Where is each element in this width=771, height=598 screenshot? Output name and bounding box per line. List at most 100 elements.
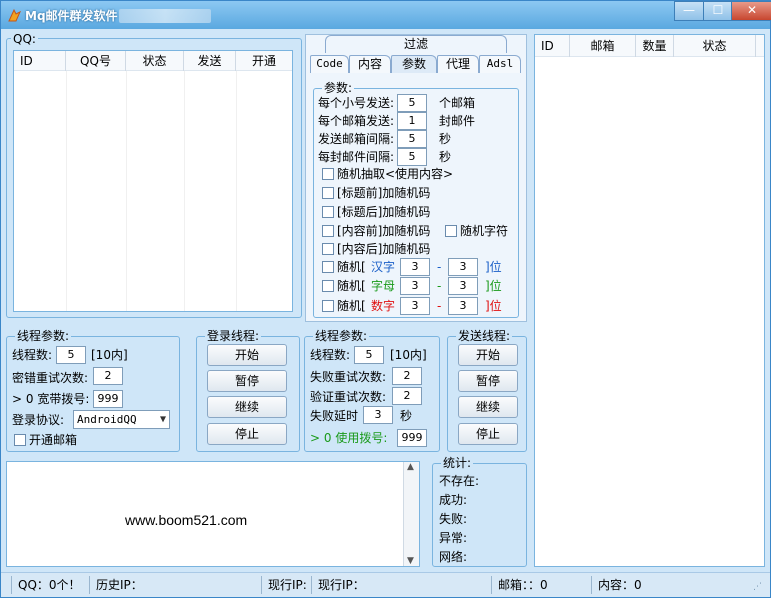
qq-list[interactable]: ID QQ号 状态 发送 开通	[13, 50, 293, 312]
mail-list[interactable]: ID 邮箱 数量 状态	[534, 34, 765, 567]
random-char-checkbox[interactable]	[445, 225, 457, 237]
main-window: Mq邮件群发软件 — ☐ ✕ QQ: ID QQ号 状态 发送 开通 过滤 Co…	[0, 0, 771, 598]
status-history-ip: 历史IP：	[96, 578, 143, 592]
verify-retry-input[interactable]: 2	[392, 387, 422, 405]
random-1-checkbox[interactable]	[322, 280, 334, 292]
tab-params[interactable]: 参数	[391, 55, 437, 73]
title-after-checkbox[interactable]	[322, 206, 334, 218]
random-1-to-input[interactable]: 3	[448, 277, 478, 295]
open-mail-label: 开通邮箱	[29, 433, 78, 447]
qq-col-send[interactable]: 发送	[184, 51, 236, 71]
login-protocol-select[interactable]: AndroidQQ ▼	[73, 410, 170, 429]
content-after-checkbox[interactable]	[322, 243, 334, 255]
tab-filter[interactable]: 过滤	[325, 35, 507, 53]
random-0-checkbox[interactable]	[322, 261, 334, 273]
random-0-from-input[interactable]: 3	[400, 258, 430, 276]
login-thread-title: 登录线程:	[205, 328, 262, 344]
log-scrollbar[interactable]: ▲ ▼	[403, 462, 419, 566]
mail-interval-input[interactable]: 5	[397, 148, 427, 166]
qq-list-header: ID QQ号 状态 发送 开通	[14, 51, 292, 71]
per-account-unit: 个邮箱	[439, 96, 476, 110]
password-retry-input[interactable]: 2	[93, 367, 123, 385]
qq-col-qq[interactable]: QQ号	[66, 51, 126, 71]
minimize-button[interactable]: —	[674, 1, 704, 21]
random-0-dash: -	[437, 260, 442, 274]
scroll-up-icon[interactable]: ▲	[407, 462, 414, 472]
resize-grip-icon[interactable]: ⋰	[753, 582, 762, 592]
content-after-label: [内容后]加随机码	[337, 242, 431, 256]
fail-retry-input[interactable]: 2	[392, 367, 422, 385]
app-logo-icon	[8, 8, 22, 22]
random-0-to-input[interactable]: 3	[448, 258, 478, 276]
fail-retry-label: 失败重试次数:	[310, 370, 387, 384]
use-dial-input[interactable]: 999	[397, 429, 427, 447]
login-pause-button[interactable]: 暂停	[207, 370, 287, 392]
send-threads-input[interactable]: 5	[354, 346, 384, 364]
login-stop-button[interactable]: 停止	[207, 423, 287, 445]
content-before-checkbox[interactable]	[322, 225, 334, 237]
stats-error: 异常:	[439, 531, 468, 545]
random-2-from-input[interactable]: 3	[400, 297, 430, 315]
status-separator	[311, 576, 312, 594]
login-resume-button[interactable]: 继续	[207, 396, 287, 418]
send-resume-button[interactable]: 继续	[458, 396, 518, 418]
random-extract-label: 随机抽取<使用内容>	[337, 167, 454, 181]
maximize-button[interactable]: ☐	[703, 1, 733, 21]
random-2-kind: 数字	[371, 299, 396, 313]
stats-network: 网络:	[439, 550, 468, 564]
per-account-label: 每个小号发送:	[318, 96, 395, 110]
mail-col-status[interactable]: 状态	[674, 35, 756, 57]
fail-delay-unit: 秒	[400, 409, 413, 423]
tab-code[interactable]: Code	[310, 55, 349, 73]
login-threads-input[interactable]: 5	[56, 346, 86, 364]
random-2-checkbox[interactable]	[322, 300, 334, 312]
random-2-prefix: 随机[	[337, 299, 366, 313]
grid-line	[126, 71, 127, 311]
qq-col-id[interactable]: ID	[14, 51, 66, 71]
mail-col-id[interactable]: ID	[535, 35, 570, 57]
log-text: www.boom521.com	[125, 512, 248, 528]
stats-success: 成功:	[439, 493, 468, 507]
send-stop-button[interactable]: 停止	[458, 423, 518, 445]
title-before-checkbox[interactable]	[322, 187, 334, 199]
close-button[interactable]: ✕	[731, 1, 771, 21]
send-pause-button[interactable]: 暂停	[458, 370, 518, 392]
per-account-input[interactable]: 5	[397, 94, 427, 112]
fail-delay-input[interactable]: 3	[363, 406, 393, 424]
tab-proxy[interactable]: 代理	[437, 55, 479, 73]
mail-col-count[interactable]: 数量	[636, 35, 674, 57]
mail-col-mailbox[interactable]: 邮箱	[570, 35, 636, 57]
grid-line	[184, 71, 185, 311]
tab-content[interactable]: 内容	[349, 55, 391, 73]
login-thread-params-title: 线程参数:	[15, 328, 72, 344]
title-before-label: [标题前]加随机码	[337, 186, 431, 200]
stats-not-exist: 不存在:	[439, 474, 480, 488]
random-extract-checkbox[interactable]	[322, 168, 334, 180]
open-mail-checkbox[interactable]	[14, 434, 26, 446]
random-1-dash: -	[437, 279, 442, 293]
random-char-label: 随机字符	[460, 224, 509, 238]
per-mailbox-input[interactable]: 1	[397, 112, 427, 130]
login-start-button[interactable]: 开始	[207, 344, 287, 366]
random-2-to-input[interactable]: 3	[448, 297, 478, 315]
send-thread-params-title: 线程参数:	[313, 328, 370, 344]
random-0-kind: 汉字	[371, 260, 396, 274]
mail-interval-label: 每封邮件间隔:	[318, 150, 395, 164]
send-start-button[interactable]: 开始	[458, 344, 518, 366]
log-textarea[interactable]: www.boom521.com ▲ ▼	[6, 461, 420, 567]
mail-interval-unit: 秒	[439, 150, 452, 164]
random-1-prefix: 随机[	[337, 279, 366, 293]
status-separator	[261, 576, 262, 594]
broadband-dial-input[interactable]: 999	[93, 390, 123, 408]
random-1-from-input[interactable]: 3	[400, 277, 430, 295]
qq-col-status[interactable]: 状态	[126, 51, 184, 71]
qq-group-title: QQ:	[11, 31, 38, 47]
title-bar[interactable]: Mq邮件群发软件 — ☐ ✕	[1, 1, 771, 29]
scroll-down-icon[interactable]: ▼	[407, 556, 414, 566]
content-before-label: [内容前]加随机码	[337, 224, 431, 238]
broadband-dial-label: > 0 宽带拨号:	[12, 392, 90, 406]
qq-col-open[interactable]: 开通	[236, 51, 292, 71]
tab-adsl[interactable]: Adsl	[479, 55, 521, 73]
random-0-suffix: ]位	[485, 260, 502, 274]
mailbox-interval-input[interactable]: 5	[397, 130, 427, 148]
